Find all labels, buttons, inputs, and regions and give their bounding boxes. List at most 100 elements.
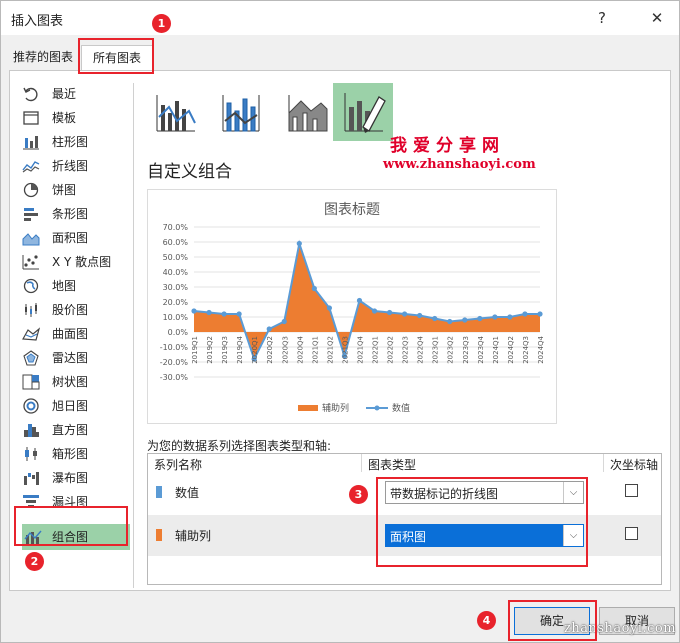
x-tick-label: 2021Q2 (326, 336, 334, 364)
chart-preview-svg: 图表标题 70.0% 60.0% 50.0% 40.0% 30.0% 20.0% 10.0%… (160, 202, 545, 414)
secondary-axis-checkbox[interactable] (625, 527, 638, 540)
sunburst-chart-icon (23, 398, 39, 414)
x-tick-label: 2020Q4 (296, 335, 304, 363)
x-tick-label: 2022Q3 (402, 336, 410, 364)
line-series-marker (447, 318, 453, 325)
y-tick-label: 30.0% (163, 283, 189, 292)
annotation-box-3 (376, 477, 588, 567)
line-series-marker (236, 311, 242, 317)
sidebar-item-label: 旭日图 (52, 399, 89, 413)
sidebar-item-label: 条形图 (52, 207, 89, 221)
combo-subtype-clustered-line[interactable] (147, 83, 203, 141)
column-header-series-name: 系列名称 (154, 458, 203, 472)
x-tick-label: 2024Q3 (522, 336, 530, 364)
x-tick-label: 2023Q3 (462, 336, 470, 364)
close-button[interactable]: ✕ (644, 5, 670, 31)
x-tick-label: 2019Q3 (221, 336, 229, 364)
line-series-marker (266, 326, 272, 332)
combo-subtype-custom[interactable] (333, 83, 393, 141)
sidebar-item-label: 雷达图 (52, 351, 89, 365)
secondary-axis-checkbox[interactable] (625, 484, 638, 497)
x-tick-label: 2021Q4 (356, 335, 364, 363)
sidebar-item-stock[interactable]: 股价图 (20, 299, 132, 321)
x-tick-label: 2021Q1 (311, 336, 319, 364)
combo-subtype-gallery (147, 81, 397, 145)
annotation-badge-1: 1 (152, 14, 171, 33)
sidebar-item-label: 地图 (52, 279, 77, 293)
series-config-label: 为您的数据系列选择图表类型和轴: (147, 439, 332, 453)
x-tick-label: 2019Q4 (236, 335, 244, 363)
sidebar-item-radar[interactable]: 雷达图 (20, 347, 132, 369)
radar-chart-icon (23, 350, 39, 366)
x-tick-label: 2023Q4 (477, 335, 485, 363)
sidebar-item-label: 面积图 (52, 231, 89, 245)
sidebar-item-map[interactable]: 地图 (20, 275, 132, 297)
area-chart-icon (22, 233, 40, 246)
dialog-title: 插入图表 (11, 14, 64, 29)
x-tick-label: 2019Q1 (191, 336, 199, 364)
waterfall-chart-icon (24, 472, 39, 485)
sidebar-item-scatter[interactable]: X Y 散点图 (20, 251, 132, 273)
sidebar-item-waterfall[interactable]: 瀑布图 (20, 467, 132, 489)
insert-chart-dialog: 插入图表 ? ✕ 推荐的图表 所有图表 最近 模板 柱形图 折线图 饼图 条形图… (0, 0, 680, 643)
sidebar-item-treemap[interactable]: 树状图 (20, 371, 132, 393)
combo-subtype-clustered-line-secondary[interactable] (213, 83, 269, 141)
sidebar-item-pie[interactable]: 饼图 (20, 179, 132, 201)
tab-recommended-charts[interactable]: 推荐的图表 (9, 45, 81, 71)
sidebar-item-recent[interactable]: 最近 (20, 83, 132, 105)
template-icon (23, 111, 39, 125)
area-series-fill (194, 243, 540, 359)
line-series-marker (206, 309, 212, 316)
y-tick-label: 70.0% (163, 223, 189, 232)
sidebar-item-sunburst[interactable]: 旭日图 (20, 395, 132, 417)
sidebar-item-label: 瀑布图 (52, 471, 89, 485)
line-series-marker (191, 308, 197, 314)
sidebar-item-surface[interactable]: 曲面图 (20, 323, 132, 345)
sidebar-item-label: 股价图 (52, 303, 89, 317)
legend-label-line: 数值 (392, 402, 410, 414)
x-tick-label: 2019Q2 (206, 336, 214, 364)
clustered-column-line-icon (156, 95, 196, 132)
annotation-box-4 (508, 600, 597, 641)
stacked-area-column-icon (288, 95, 328, 132)
treemap-chart-icon (22, 374, 40, 390)
x-tick-label: 2023Q2 (447, 336, 455, 364)
sidebar-item-label: 柱形图 (52, 135, 89, 149)
sidebar-item-label: 模板 (52, 111, 77, 125)
line-chart-icon (22, 161, 40, 173)
section-heading: 自定义组合 (147, 162, 232, 182)
sidebar-item-line[interactable]: 折线图 (20, 155, 132, 177)
chart-preview: 图表标题 70.0% 60.0% 50.0% 40.0% 30.0% 20.0% 10.0%… (147, 189, 557, 424)
recent-icon (23, 87, 38, 102)
sidebar-item-area[interactable]: 面积图 (20, 227, 132, 249)
line-series-marker (492, 314, 498, 320)
y-tick-label: 60.0% (163, 238, 189, 247)
series-name: 数值 (175, 486, 200, 500)
y-tick-label: -20.0% (160, 358, 189, 367)
column-header-chart-type: 图表类型 (368, 458, 417, 472)
combo-subtype-stacked-area[interactable] (279, 83, 335, 141)
sidebar-item-label: 饼图 (52, 183, 77, 197)
y-tick-label: 0.0% (168, 328, 189, 337)
legend-swatch-area (298, 405, 318, 411)
pie-chart-icon (23, 182, 39, 198)
y-tick-label: 40.0% (163, 268, 189, 277)
x-tick-label: 2020Q3 (281, 336, 289, 364)
watermark-text: 我爱分享网 (390, 136, 505, 156)
sidebar-item-template[interactable]: 模板 (20, 107, 132, 129)
y-tick-label: -30.0% (160, 373, 189, 382)
y-tick-label: 50.0% (163, 253, 189, 262)
sidebar-item-boxplot[interactable]: 箱形图 (20, 443, 132, 465)
line-series-marker (356, 297, 363, 304)
line-series-marker (296, 240, 302, 247)
sidebar-item-label: 最近 (52, 87, 77, 101)
annotation-badge-2: 2 (25, 552, 44, 571)
sidebar-item-histogram[interactable]: 直方图 (20, 419, 132, 441)
sidebar-item-bar[interactable]: 条形图 (20, 203, 132, 225)
sidebar-item-column[interactable]: 柱形图 (20, 131, 132, 153)
line-series-marker (386, 309, 393, 316)
help-button[interactable]: ? (589, 5, 615, 31)
stock-chart-icon (25, 303, 37, 317)
sidebar-item-label: 树状图 (52, 375, 89, 389)
x-tick-label: 2024Q2 (507, 336, 515, 364)
